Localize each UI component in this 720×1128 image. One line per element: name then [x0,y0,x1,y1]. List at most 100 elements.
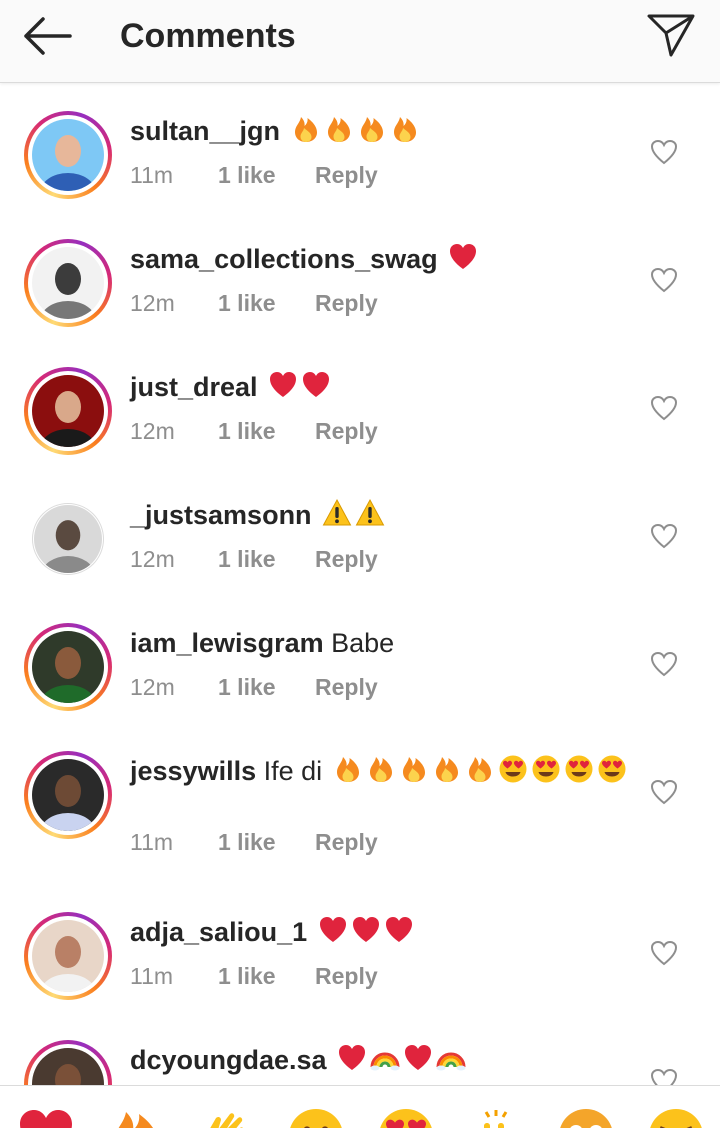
avatar[interactable] [24,111,112,199]
comment-item: adja_saliou_1 11m 1 like Reply [0,912,720,1032]
quick-smile-emoji-button[interactable] [286,1106,346,1128]
reply-button[interactable]: Reply [315,416,378,446]
comment-timestamp: 11m [130,162,174,188]
comment-likes-link[interactable]: 1 like [218,827,276,857]
comment-timestamp: 11m [130,829,174,855]
heart-eyes-emoji-icon [597,754,627,792]
avatar-photo [32,631,104,703]
comment-username[interactable]: sultan__jgn [130,116,280,146]
fire-emoji-icon [357,114,387,152]
quick-fire-emoji-button[interactable] [106,1106,166,1128]
warning-emoji-icon [355,498,385,536]
comment-likes-link[interactable]: 1 like [218,416,276,446]
comment-text: dcyoungdae.sa [130,1043,630,1081]
avatar[interactable] [24,239,112,327]
comment-username[interactable]: just_dreal [130,372,258,402]
heart-emoji-icon [403,1043,433,1081]
quick-heart-eyes-emoji-button[interactable] [376,1106,436,1128]
like-comment-button[interactable] [650,523,678,549]
comment-item: sama_collections_swag 12m 1 like Reply [0,239,720,359]
comment-body: Ife di [256,756,330,787]
fire-emoji-icon [399,754,429,792]
quick-pleading-emoji-button[interactable] [556,1106,616,1128]
avatar[interactable] [24,751,112,839]
heart-emoji-icon [351,915,381,953]
heart-emoji-icon [448,242,478,280]
comment-username[interactable]: jessywills [130,756,256,786]
fire-emoji-icon [432,754,462,792]
comment-text: adja_saliou_1 [130,915,630,953]
comment-text: iam_lewisgram Babe [130,626,630,660]
paper-plane-icon [647,14,695,57]
header-bar: Comments [0,0,720,83]
comment-username[interactable]: dcyoungdae.sa [130,1045,327,1075]
reply-button[interactable]: Reply [315,672,378,702]
reply-button[interactable]: Reply [315,160,378,190]
comment-text: sultan__jgn [130,114,630,152]
heart-outline-icon [650,139,678,165]
comment-item: just_dreal 12m 1 like Reply [0,367,720,487]
like-comment-button[interactable] [650,139,678,165]
comment-text: just_dreal [130,370,630,408]
avatar[interactable] [32,503,104,575]
heart-emoji-icon [268,370,298,408]
like-comment-button[interactable] [650,395,678,421]
avatar-photo [32,920,104,992]
reply-button[interactable]: Reply [315,544,378,574]
avatar-photo [32,119,104,191]
avatar-photo [34,505,102,573]
comment-item: sultan__jgn 11m 1 like Reply [0,111,720,231]
comment-list: sultan__jgn 11m 1 like Reply sama_collectio… [0,84,720,1085]
heart-outline-icon [650,523,678,549]
comment-timestamp: 12m [130,674,175,700]
like-comment-button[interactable] [650,1068,678,1085]
comment-body: Babe [323,628,395,658]
heart-outline-icon [650,651,678,677]
quick-laugh-emoji-button[interactable] [646,1106,706,1128]
heart-outline-icon [650,395,678,421]
heart-outline-icon [650,1068,678,1085]
avatar[interactable] [24,623,112,711]
avatar[interactable] [24,367,112,455]
heart-outline-icon [650,267,678,293]
like-comment-button[interactable] [650,651,678,677]
avatar[interactable] [24,912,112,1000]
comment-text: sama_collections_swag [130,242,630,280]
comment-timestamp: 11m [130,963,174,989]
back-button[interactable] [22,16,74,56]
comment-item: _justsamsonn 12m 1 like Reply [0,495,720,615]
avatar-photo [32,759,104,831]
avatar-photo [32,247,104,319]
fire-emoji-icon [465,754,495,792]
comment-username[interactable]: _justsamsonn [130,500,312,530]
comment-text: _justsamsonn [130,498,630,536]
comment-timestamp: 12m [130,546,175,572]
page-title: Comments [120,17,296,55]
fire-emoji-icon [390,114,420,152]
quick-clap-emoji-button[interactable] [196,1106,256,1128]
share-button[interactable] [646,12,696,58]
reply-button[interactable]: Reply [315,288,378,318]
comment-item: jessywills Ife di 11m 1 like Reply [0,751,720,871]
quick-heart-emoji-button[interactable] [16,1106,76,1128]
like-comment-button[interactable] [650,779,678,805]
like-comment-button[interactable] [650,940,678,966]
heart-outline-icon [650,940,678,966]
comment-username[interactable]: adja_saliou_1 [130,917,307,947]
avatar[interactable] [24,1040,112,1085]
avatar-photo [32,375,104,447]
comment-likes-link[interactable]: 1 like [218,961,276,991]
heart-eyes-emoji-icon [498,754,528,792]
fire-emoji-icon [333,754,363,792]
comment-likes-link[interactable]: 1 like [218,672,276,702]
quick-raised-hands-emoji-button[interactable] [466,1106,526,1128]
heart-emoji-icon [384,915,414,953]
comment-likes-link[interactable]: 1 like [218,544,276,574]
comment-username[interactable]: sama_collections_swag [130,244,438,274]
comment-likes-link[interactable]: 1 like [218,288,276,318]
comment-likes-link[interactable]: 1 like [218,160,276,190]
comment-username[interactable]: iam_lewisgram [130,628,324,658]
reply-button[interactable]: Reply [315,827,378,857]
like-comment-button[interactable] [650,267,678,293]
reply-button[interactable]: Reply [315,961,378,991]
